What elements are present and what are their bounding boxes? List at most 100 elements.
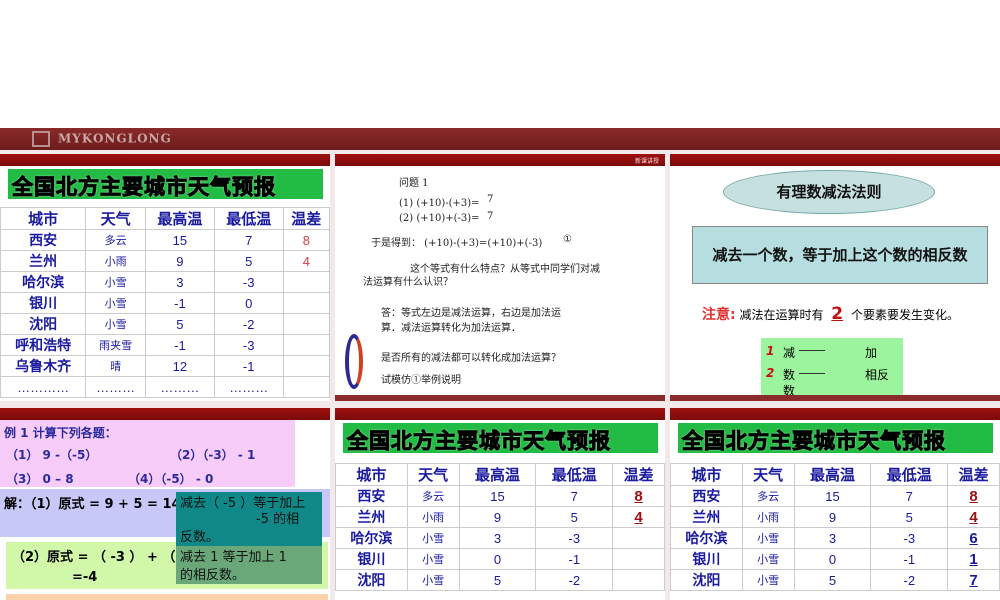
low-cell: 0: [213, 292, 284, 314]
item-from: 减: [783, 346, 796, 360]
solution-2: （2）原式 = （ -3 ） + （: [12, 550, 176, 565]
table-row: 银川 小雪 0 -1 1: [670, 548, 1000, 570]
low-cell: -3: [213, 271, 284, 293]
weather-cell: 小雪: [741, 548, 795, 570]
problem-2: （2）（-3） - 1: [170, 448, 256, 462]
col-diff: 温差: [612, 463, 665, 486]
problem-4: （4）（-5） - 0: [128, 472, 214, 486]
weather-cell: 小雨: [406, 506, 460, 528]
slide-thumbnail-6[interactable]: 全国北方主要城市天气预报 城市 天气 最高温 最低温 温差 西安 多云 15 7 8 兰州 小雨 9 5…: [670, 408, 1000, 600]
high-cell: -1: [145, 292, 215, 314]
col-weather: 天气: [741, 463, 795, 486]
diff-cell: [612, 569, 665, 591]
slide-thumbnail-5[interactable]: 全国北方主要城市天气预报 城市 天气 最高温 最低温 温差 西安 多云 15 7 8 兰州 小雨 9 5…: [335, 408, 665, 600]
diff-cell: [282, 292, 330, 314]
low-cell: -2: [535, 569, 614, 591]
weather-cell: 多云: [406, 485, 460, 507]
city-cell: 沈阳: [670, 569, 743, 591]
table-row: 哈尔滨 小雪 3 -3: [0, 271, 330, 293]
low-cell: -3: [535, 527, 614, 549]
diff-cell: 4: [947, 506, 1000, 528]
slide-header-bar: [670, 154, 1000, 166]
weather-cell: 小雪: [406, 569, 460, 591]
slide-header-bar: [670, 408, 1000, 420]
high-cell: 9: [458, 506, 537, 528]
table-row: …………………………………: [0, 376, 330, 398]
result-equation: 于是得到： (+10)-(+3)=(+10)+(-3): [371, 238, 543, 249]
weather-cell: 小雪: [85, 271, 147, 293]
slide-title: 全国北方主要城市天气预报: [343, 423, 658, 454]
diff-cell: 1: [947, 548, 1000, 570]
changes-box: 1 减 加 2 数 相反 数: [761, 338, 903, 400]
slide-thumbnail-3[interactable]: 有理数减法法则 减去一个数，等于加上这个数的相反数 注意: 减法在运算时有 2 …: [670, 154, 1000, 401]
weather-cell: 小雪: [741, 569, 795, 591]
low-cell: -2: [213, 313, 284, 335]
logo: MYKONGLONG: [32, 131, 172, 147]
diff-cell: [282, 334, 330, 356]
col-high: 最高温: [145, 207, 215, 230]
weather-cell: 小雪: [406, 548, 460, 570]
slide-sorter: 全国北方主要城市天气预报 城市 天气 最高温 最低温 温差 西安 多云 15 7 8 兰州 小雨 9 5…: [0, 150, 1000, 600]
prompt-line-2: 法运算有什么认识？: [363, 277, 453, 288]
high-cell: 0: [458, 548, 537, 570]
slide-title: 全国北方主要城市天气预报: [8, 169, 323, 200]
col-diff: 温差: [282, 207, 330, 230]
low-cell: 5: [870, 506, 949, 528]
slide-footer: [670, 395, 1000, 401]
city-cell: 银川: [670, 548, 743, 570]
problem-3: （3） 0 – 8: [6, 472, 74, 486]
table-row: 乌鲁木齐晴 12 -1: [0, 355, 330, 377]
city-cell: 银川: [335, 548, 408, 570]
table-row: 哈尔滨 小雪 3 -3 6: [670, 527, 1000, 549]
weather-table: 城市 天气 最高温 最低温 温差 西安 多云 15 7 8 兰州 小雨 9 5 4 哈尔滨 小雪 3 -3 银川 小雪…: [0, 207, 330, 398]
high-cell: 5: [458, 569, 537, 591]
problem-1: （1） 9 -（-5）: [6, 448, 98, 462]
city-cell: 呼和浩特: [0, 334, 87, 356]
table-row: 银川 小雪 0 -1: [335, 548, 665, 570]
solution-3-box: [6, 594, 328, 600]
table-row: 西安 多云 15 7 8: [0, 229, 330, 251]
diff-cell: 8: [612, 485, 665, 507]
note-text: 减法在运算时有: [739, 308, 824, 322]
diff-cell: [282, 313, 330, 335]
high-cell: 3: [793, 527, 872, 549]
tooltip-text: 的相反数。: [180, 568, 246, 583]
cell: ………: [213, 376, 284, 398]
diff-cell: 4: [282, 250, 330, 272]
cell: [282, 376, 330, 398]
table-row: 兰州 小雨 9 5 4: [0, 250, 330, 272]
weather-cell: 多云: [85, 229, 147, 251]
weather-cell: 多云: [741, 485, 795, 507]
table-row: 西安 多云 15 7 8: [670, 485, 1000, 507]
cell: …………: [0, 376, 87, 398]
slide-thumbnail-4[interactable]: 例 1 计算下列各题： （1） 9 -（-5） （2）（-3） - 1 （3） …: [0, 408, 330, 600]
table-row: 兰州 小雨 9 5 4: [670, 506, 1000, 528]
rule-statement: 减去一个数，等于加上这个数的相反数: [692, 226, 988, 284]
note-text: 个要素要发生变化。: [850, 308, 959, 322]
item-to: 相反: [865, 368, 890, 382]
diff-cell: [282, 355, 330, 377]
high-cell: 15: [458, 485, 537, 507]
table-row: 银川 小雪 -1 0: [0, 292, 330, 314]
col-weather: 天气: [85, 207, 147, 230]
col-low: 最低温: [535, 463, 614, 486]
city-cell: 哈尔滨: [670, 527, 743, 549]
table-row: 沈阳 小雪 5 -2: [0, 313, 330, 335]
col-high: 最高温: [458, 463, 537, 486]
answer-line-2: 算．减法运算转化为加法运算．: [381, 323, 521, 334]
slide-thumbnail-2[interactable]: 新课讲授 问题 1 (1) (+10)-(+3)= 7 (2) (+10)+(-…: [335, 154, 665, 401]
low-cell: 7: [870, 485, 949, 507]
high-cell: 15: [145, 229, 215, 251]
weather-cell: 小雪: [406, 527, 460, 549]
col-low: 最低温: [870, 463, 949, 486]
slide-thumbnail-1[interactable]: 全国北方主要城市天气预报 城市 天气 最高温 最低温 温差 西安 多云 15 7 8 兰州 小雨 9 5…: [0, 154, 330, 401]
table-row: 沈阳 小雪 5 -2 7: [670, 569, 1000, 591]
slide-header-bar: [0, 154, 330, 166]
city-cell: 哈尔滨: [0, 271, 87, 293]
city-cell: 兰州: [0, 250, 87, 272]
high-cell: 3: [458, 527, 537, 549]
table-header: 城市 天气 最高温 最低温 温差: [335, 463, 665, 486]
diff-cell: 8: [947, 485, 1000, 507]
col-weather: 天气: [406, 463, 460, 486]
high-cell: 5: [793, 569, 872, 591]
